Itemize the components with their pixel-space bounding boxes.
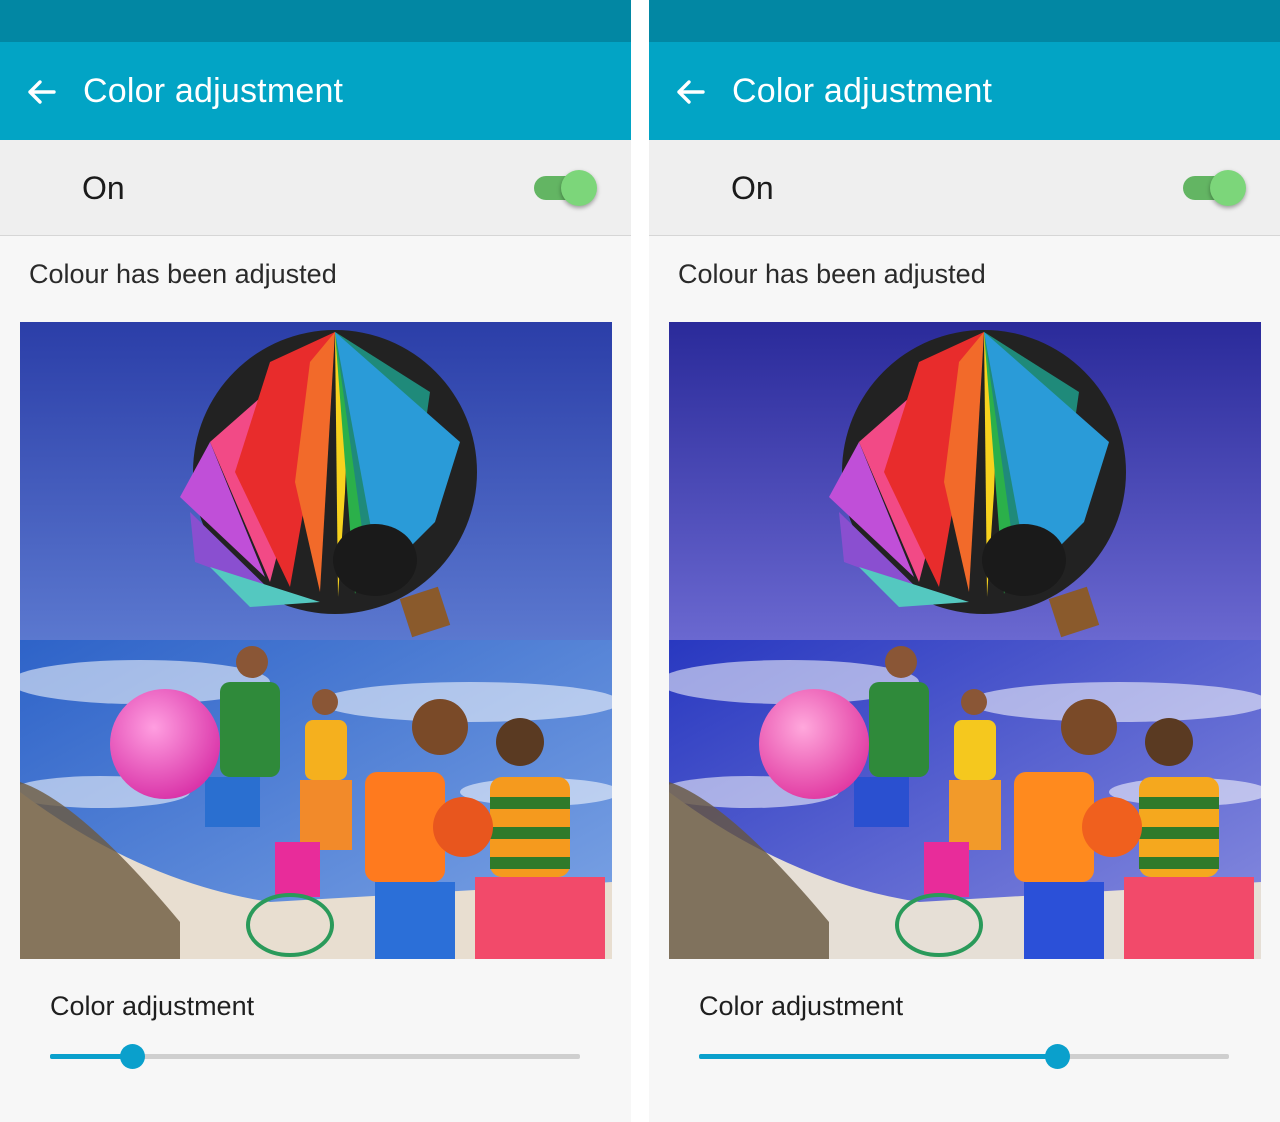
arrow-left-icon[interactable] bbox=[673, 74, 709, 110]
master-switch-row[interactable]: On bbox=[0, 140, 631, 236]
pink-ball bbox=[759, 689, 869, 799]
arrow-left-icon[interactable] bbox=[24, 74, 60, 110]
master-toggle-switch[interactable] bbox=[1181, 168, 1251, 208]
switch-thumb bbox=[1210, 170, 1246, 206]
status-bar bbox=[0, 0, 631, 42]
page-title: Color adjustment bbox=[732, 72, 993, 110]
slider-thumb[interactable] bbox=[1044, 1044, 1070, 1069]
master-switch-row[interactable]: On bbox=[649, 140, 1280, 236]
app-bar: Color adjustment bbox=[0, 42, 631, 140]
color-preview-image bbox=[669, 322, 1261, 959]
color-adjustment-slider[interactable] bbox=[699, 1038, 1229, 1076]
pink-ball bbox=[110, 689, 220, 799]
switch-thumb bbox=[561, 170, 597, 206]
status-text: Colour has been adjusted bbox=[678, 259, 986, 289]
page-title: Color adjustment bbox=[83, 72, 344, 110]
slider-label: Color adjustment bbox=[50, 991, 255, 1021]
settings-screen-left: Color adjustment On Colour has been adju… bbox=[0, 0, 631, 1122]
color-adjustment-slider[interactable] bbox=[50, 1038, 580, 1076]
status-text: Colour has been adjusted bbox=[29, 259, 337, 289]
slider-thumb[interactable] bbox=[120, 1044, 146, 1069]
color-preview-image bbox=[20, 322, 612, 959]
settings-screen-right: Color adjustment On Colour has been adju… bbox=[649, 0, 1280, 1122]
master-switch-label: On bbox=[82, 170, 125, 206]
slider-label: Color adjustment bbox=[699, 991, 904, 1021]
slider-fill bbox=[699, 1054, 1057, 1059]
app-bar: Color adjustment bbox=[649, 42, 1280, 140]
master-toggle-switch[interactable] bbox=[532, 168, 602, 208]
status-bar bbox=[649, 0, 1280, 42]
master-switch-label: On bbox=[731, 170, 774, 206]
